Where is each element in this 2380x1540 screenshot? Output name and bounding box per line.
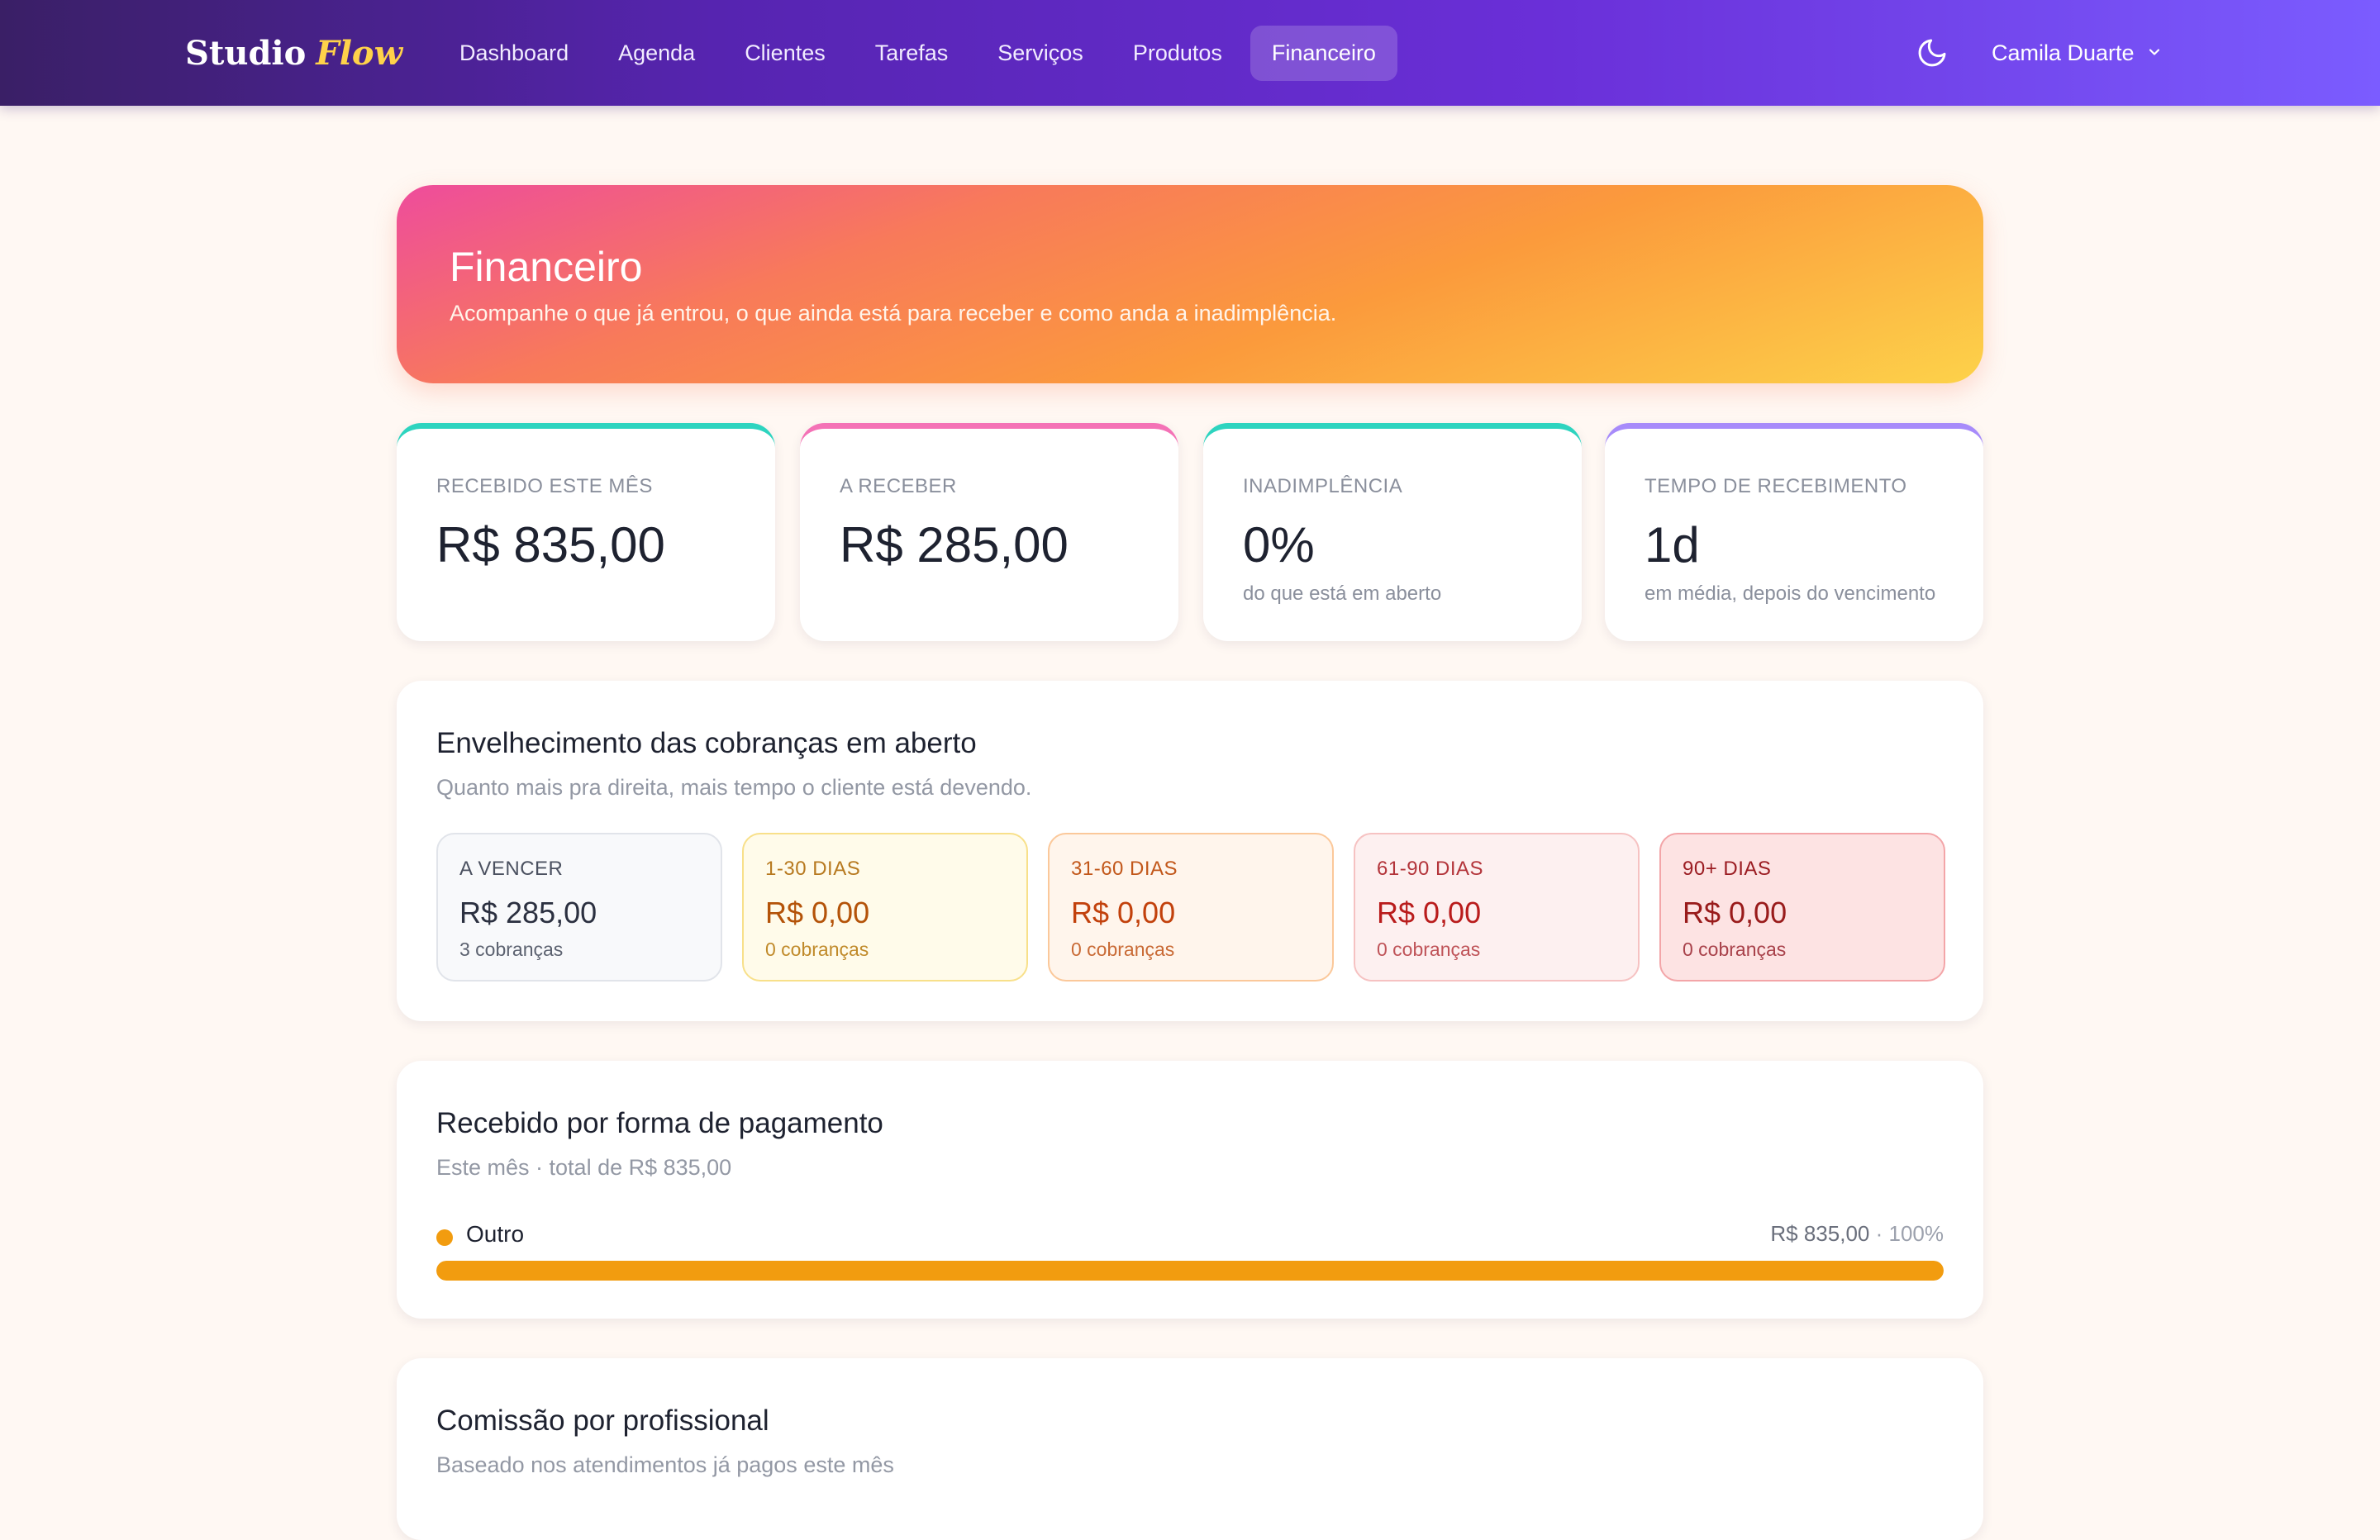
brand-name: Studio (185, 33, 307, 73)
payment-percent: · 100% (1875, 1221, 1944, 1246)
bucket-count: 0 cobranças (1377, 939, 1481, 960)
payment-amount-value: R$ 835,00 (1770, 1221, 1870, 1246)
commission-subtitle: Baseado nos atendimentos já pagos este m… (436, 1452, 894, 1477)
payment-title: Recebido por forma de pagamento (436, 1107, 883, 1139)
bucket-value: R$ 0,00 (1683, 896, 1787, 929)
payment-row: Outro R$ 835,00 · 100% (436, 1221, 1944, 1251)
user-menu[interactable]: Camila Duarte (1992, 36, 2163, 69)
commission-title: Comissão por profissional (436, 1405, 769, 1437)
bucket-count: 3 cobranças (459, 939, 564, 960)
stat-label: TEMPO DE RECEBIMENTO (1645, 475, 1907, 497)
stat-value: R$ 835,00 (436, 517, 665, 573)
bucket-label: A VENCER (459, 858, 564, 880)
nav-item-financeiro[interactable]: Financeiro (1250, 25, 1397, 81)
nav-item-servicos[interactable]: Serviços (976, 26, 1105, 81)
stat-card-received: RECEBIDO ESTE MÊS R$ 835,00 (397, 423, 775, 641)
nav-item-tarefas[interactable]: Tarefas (854, 26, 970, 81)
payment-amount: R$ 835,00 · 100% (1770, 1221, 1944, 1247)
user-name: Camila Duarte (1992, 40, 2135, 65)
aging-bucket-1-30[interactable]: 1-30 DIAS R$ 0,00 0 cobranças (742, 833, 1028, 982)
top-navbar: Studio Flow Dashboard Agenda Clientes Ta… (0, 0, 2380, 106)
payment-progress-track (436, 1261, 1944, 1281)
stat-hint: do que está em aberto (1243, 582, 1442, 605)
brand-logo[interactable]: Studio Flow (185, 28, 402, 78)
bucket-label: 61-90 DIAS (1377, 858, 1484, 880)
page-header-banner: Financeiro Acompanhe o que já entrou, o … (397, 185, 1983, 383)
payment-method-name: Outro (466, 1221, 525, 1247)
legend-dot (436, 1229, 453, 1246)
payment-subtitle: Este mês · total de R$ 835,00 (436, 1155, 732, 1180)
commission-panel: Comissão por profissional Baseado nos at… (397, 1358, 1983, 1540)
bucket-value: R$ 285,00 (459, 896, 597, 929)
moon-icon[interactable] (1916, 36, 1949, 69)
payment-progress-fill (436, 1261, 1944, 1281)
chevron-down-icon (2146, 40, 2163, 66)
bucket-count: 0 cobranças (1071, 939, 1175, 960)
payment-method-panel: Recebido por forma de pagamento Este mês… (397, 1061, 1983, 1319)
nav-item-produtos[interactable]: Produtos (1111, 26, 1244, 81)
stat-value: 0% (1243, 517, 1315, 573)
bucket-value: R$ 0,00 (765, 896, 870, 929)
stat-hint: em média, depois do vencimento (1645, 582, 1936, 605)
stat-card-receivable: A RECEBER R$ 285,00 (800, 423, 1178, 641)
stat-card-collection-time: TEMPO DE RECEBIMENTO 1d em média, depois… (1605, 423, 1983, 641)
bucket-value: R$ 0,00 (1071, 896, 1176, 929)
page-subtitle: Acompanhe o que já entrou, o que ainda e… (450, 301, 1337, 326)
bucket-count: 0 cobranças (1683, 939, 1787, 960)
stat-value: 1d (1645, 517, 1700, 573)
aging-bucket-31-60[interactable]: 31-60 DIAS R$ 0,00 0 cobranças (1048, 833, 1334, 982)
brand-name-accent: Flow (316, 33, 403, 73)
bucket-label: 90+ DIAS (1683, 858, 1772, 880)
stat-card-default-rate: INADIMPLÊNCIA 0% do que está em aberto (1203, 423, 1582, 641)
stat-value: R$ 285,00 (840, 517, 1069, 573)
bucket-label: 31-60 DIAS (1071, 858, 1178, 880)
bucket-count: 0 cobranças (765, 939, 869, 960)
page-title: Financeiro (450, 244, 643, 290)
aging-bucket-upcoming[interactable]: A VENCER R$ 285,00 3 cobranças (436, 833, 722, 982)
stat-label: INADIMPLÊNCIA (1243, 475, 1403, 497)
aging-title: Envelhecimento das cobranças em aberto (436, 727, 977, 759)
aging-subtitle: Quanto mais pra direita, mais tempo o cl… (436, 775, 1032, 800)
nav-item-agenda[interactable]: Agenda (597, 26, 716, 81)
nav-item-dashboard[interactable]: Dashboard (438, 26, 590, 81)
nav-item-clientes[interactable]: Clientes (723, 26, 847, 81)
aging-panel: Envelhecimento das cobranças em aberto Q… (397, 681, 1983, 1021)
bucket-label: 1-30 DIAS (765, 858, 861, 880)
main-nav: Dashboard Agenda Clientes Tarefas Serviç… (438, 23, 1397, 83)
aging-bucket-90-plus[interactable]: 90+ DIAS R$ 0,00 0 cobranças (1659, 833, 1945, 982)
bucket-value: R$ 0,00 (1377, 896, 1482, 929)
aging-bucket-61-90[interactable]: 61-90 DIAS R$ 0,00 0 cobranças (1354, 833, 1640, 982)
stat-label: A RECEBER (840, 475, 957, 497)
stat-label: RECEBIDO ESTE MÊS (436, 475, 653, 497)
